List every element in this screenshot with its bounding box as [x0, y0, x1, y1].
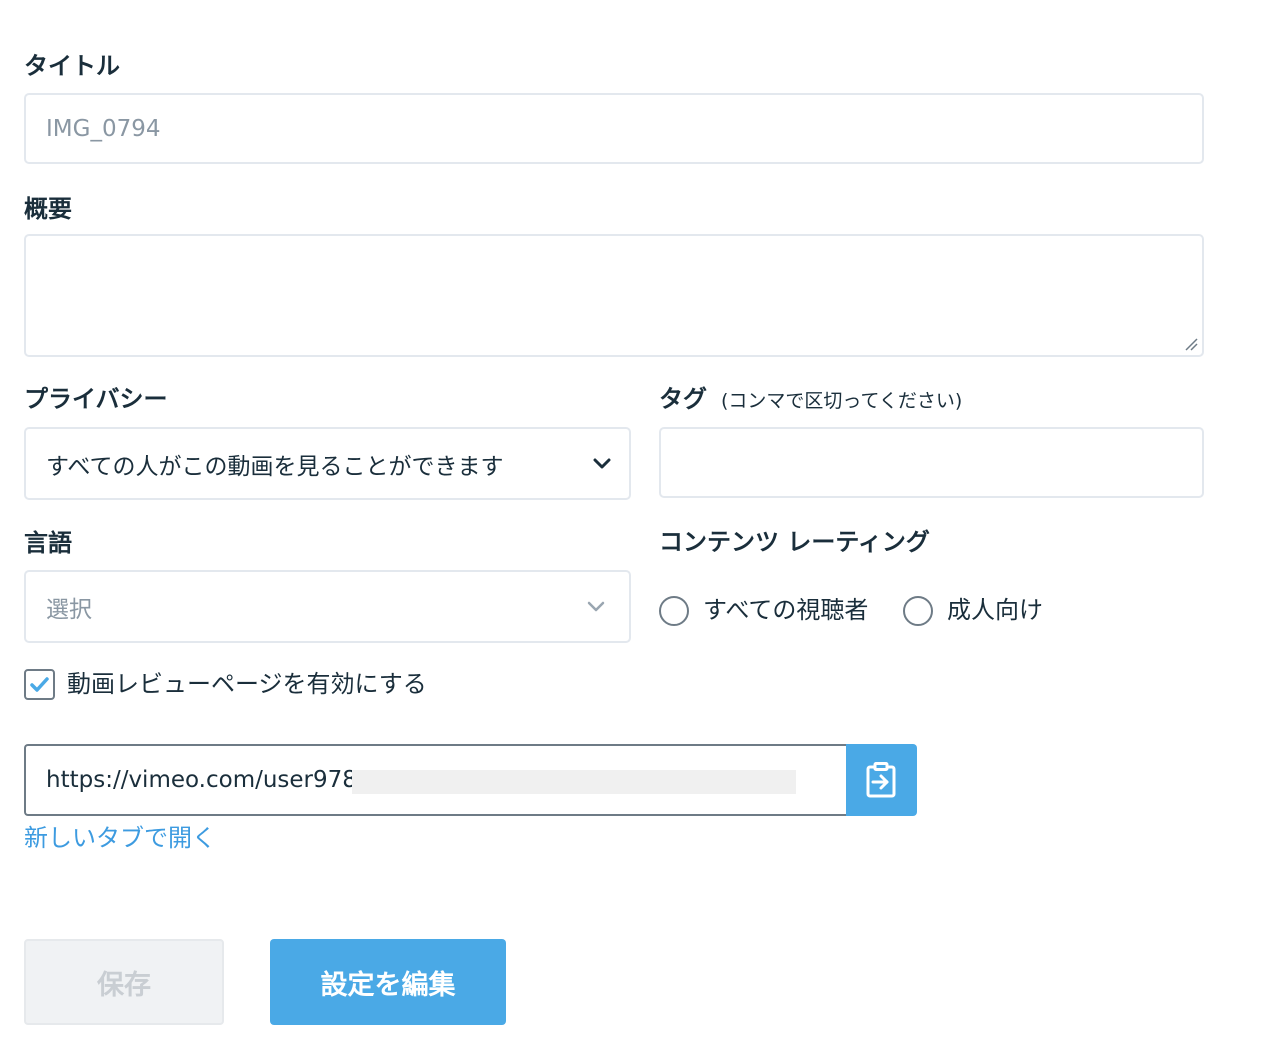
review-page-checkbox[interactable]: [24, 669, 55, 700]
content-rating-label: コンテンツ レーティング: [659, 528, 930, 556]
video-settings-form: タイトル IMG_0794 概要 プライバシー すべての人がこの動画を見ることが…: [0, 0, 1266, 1060]
tags-hint: (コンマで区切ってください): [721, 390, 963, 412]
language-placeholder: 選択: [46, 596, 92, 623]
review-url-field[interactable]: https://vimeo.com/user978: [24, 744, 848, 816]
redacted-url-segment: [352, 770, 796, 794]
tags-label: タグ: [659, 385, 707, 413]
save-button[interactable]: 保存: [24, 939, 224, 1025]
rating-adult-radio[interactable]: [903, 596, 933, 626]
tags-input[interactable]: [659, 427, 1204, 498]
chevron-down-icon: [593, 458, 611, 468]
title-input-placeholder: IMG_0794: [46, 115, 161, 142]
open-in-new-tab-link[interactable]: 新しいタブで開く: [24, 826, 216, 850]
copy-url-button[interactable]: [846, 744, 917, 816]
privacy-label: プライバシー: [24, 385, 168, 413]
language-select[interactable]: 選択: [24, 570, 631, 643]
rating-adult-label: 成人向け: [947, 596, 1043, 624]
clipboard-icon: [866, 762, 896, 798]
rating-all-audiences-label: すべての視聴者: [703, 596, 869, 624]
review-page-checkbox-label: 動画レビューページを有効にする: [67, 670, 427, 698]
privacy-select[interactable]: すべての人がこの動画を見ることができます: [24, 427, 631, 500]
title-input[interactable]: IMG_0794: [24, 93, 1204, 164]
description-textarea[interactable]: [24, 234, 1204, 357]
title-label: タイトル: [24, 52, 120, 80]
description-label: 概要: [24, 195, 72, 223]
rating-all-audiences-radio[interactable]: [659, 596, 689, 626]
language-label: 言語: [24, 529, 72, 557]
chevron-down-icon: [587, 601, 605, 611]
privacy-selected-value: すべての人がこの動画を見ることができます: [46, 453, 504, 480]
checkmark-icon: [30, 677, 49, 692]
resize-handle-icon[interactable]: [1184, 337, 1198, 351]
review-url-text: https://vimeo.com/user978: [46, 767, 357, 793]
edit-settings-button[interactable]: 設定を編集: [270, 939, 506, 1025]
tags-label-group: タグ (コンマで区切ってください): [659, 387, 962, 411]
